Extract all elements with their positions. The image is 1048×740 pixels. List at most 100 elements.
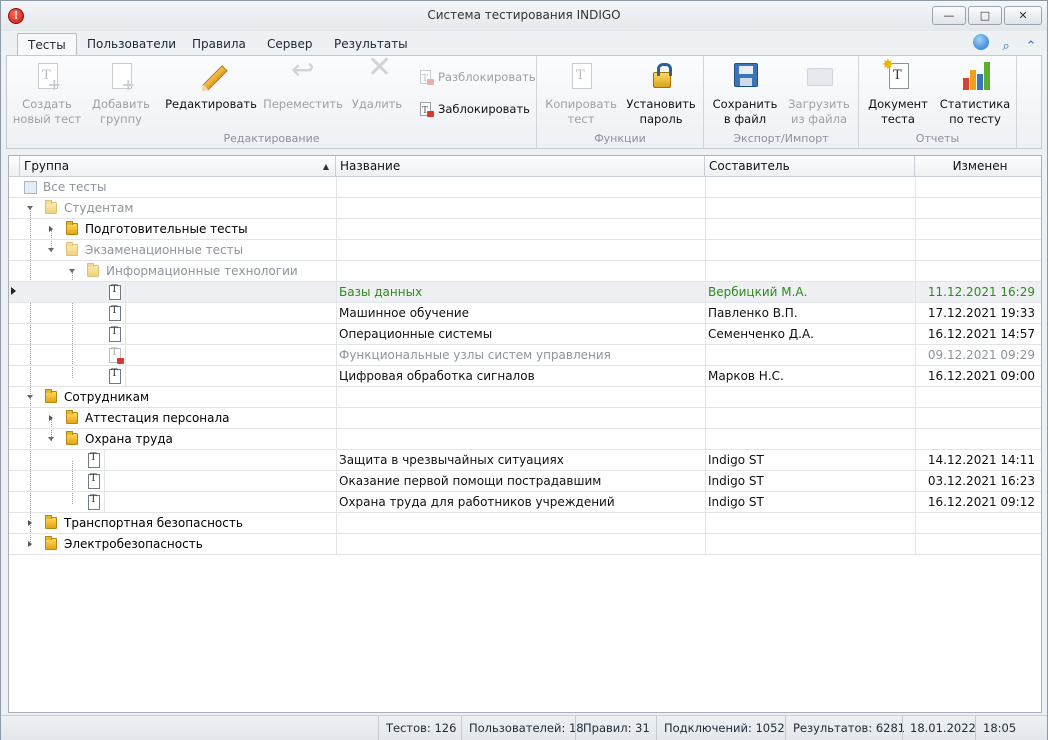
group-caption-functions: Функции <box>594 132 646 145</box>
test-file-icon: T <box>88 473 100 489</box>
bar-chart-icon <box>959 60 991 92</box>
table-row[interactable]: T Защита в чрезвычайных ситуациях Indigo… <box>9 450 1041 471</box>
lock-doc-icon: T <box>420 102 434 117</box>
load-from-file-button[interactable]: Загрузить из файла <box>782 60 856 127</box>
tree-row-students[interactable]: Студентам <box>9 198 1041 219</box>
test-document-button[interactable]: T ✸ Документ теста <box>863 58 933 127</box>
expand-toggle[interactable] <box>49 415 53 421</box>
status-bar: Тестов: 126 Пользователей: 18 Правил: 31… <box>1 715 1047 740</box>
open-folder-icon <box>803 60 835 92</box>
table-row[interactable]: T Оказание первой помощи пострадавшим In… <box>9 471 1041 492</box>
folder-icon <box>45 389 57 403</box>
expand-toggle[interactable] <box>69 269 75 273</box>
table-row[interactable]: T Охрана труда для работников учреждений… <box>9 492 1041 513</box>
pencil-icon <box>195 60 228 92</box>
test-file-icon: T <box>109 326 121 342</box>
delete-x-icon: ✕ <box>367 50 393 85</box>
move-button[interactable]: ↩ Переместить <box>261 53 345 112</box>
test-file-icon: T <box>88 452 100 468</box>
expand-toggle[interactable] <box>48 437 54 441</box>
table-row[interactable]: T Операционные системы Семенченко Д.А. 1… <box>9 324 1041 345</box>
tests-tree-grid[interactable]: Группа ▲ Название Составитель Изменен Вс… <box>8 155 1042 713</box>
row-indicator-header <box>9 156 20 177</box>
column-header-modified[interactable]: Изменен <box>915 156 1041 177</box>
table-row[interactable]: T Цифровая обработка сигналов Марков Н.С… <box>9 366 1041 387</box>
expand-toggle[interactable] <box>27 395 33 399</box>
column-header-author[interactable]: Составитель <box>705 156 915 177</box>
add-group-button[interactable]: + Добавить группу <box>87 60 155 127</box>
minimize-button[interactable]: — <box>932 6 966 25</box>
floppy-disk-icon <box>729 60 761 92</box>
ribbon-group-functions: T Копировать тест Установить пароль Функ… <box>537 56 704 148</box>
folder-icon <box>45 200 57 214</box>
save-to-file-button[interactable]: Сохранить в файл <box>708 60 782 127</box>
tab-users[interactable]: Пользователи <box>77 33 186 55</box>
folder-icon <box>45 515 57 529</box>
tree-row-transport-safety[interactable]: Транспортная безопасность <box>9 513 1041 534</box>
all-tests-icon <box>24 181 37 194</box>
copy-test-icon: T <box>565 60 597 92</box>
expand-toggle[interactable] <box>49 226 53 232</box>
ribbon-group-export-import: Сохранить в файл Загрузить из файла Эксп… <box>704 56 859 148</box>
expand-toggle[interactable] <box>27 206 33 210</box>
expand-toggle[interactable] <box>28 520 32 526</box>
delete-button[interactable]: ✕ Удалить <box>349 50 405 112</box>
zoom-icon[interactable]: ⌕ <box>998 39 1014 55</box>
tab-tests[interactable]: Тесты <box>17 33 77 55</box>
test-file-icon: T <box>109 284 121 300</box>
add-group-icon: + <box>105 60 137 93</box>
status-tests-count: Тестов: 126 <box>378 716 463 740</box>
tree-row-electrical-safety[interactable]: Электробезопасность <box>9 534 1041 555</box>
ribbon-tabs: Тесты Пользователи Правила Сервер Резуль… <box>1 31 1047 55</box>
create-test-button[interactable]: T + Создать новый тест <box>11 60 83 127</box>
globe-icon[interactable] <box>973 34 990 50</box>
tree-row-labor-safety[interactable]: Охрана труда <box>9 429 1041 450</box>
close-button[interactable]: ✕ <box>1004 6 1042 25</box>
tree-row-prep-tests[interactable]: Подготовительные тесты <box>9 219 1041 240</box>
status-rules-count: Правил: 31 <box>575 716 657 740</box>
folder-icon <box>66 221 78 235</box>
group-caption-reports: Отчеты <box>915 132 960 145</box>
tree-row-all-tests[interactable]: Все тесты <box>9 177 1041 198</box>
tab-server[interactable]: Сервер <box>257 33 322 55</box>
move-arrow-icon: ↩ <box>291 53 315 86</box>
grid-header: Группа ▲ Название Составитель Изменен <box>9 156 1041 177</box>
set-password-button[interactable]: Установить пароль <box>623 60 699 127</box>
edit-button[interactable]: Редактировать <box>165 60 257 112</box>
group-caption-export-import: Экспорт/Импорт <box>733 132 829 145</box>
folder-icon <box>66 431 78 445</box>
tree-row-it[interactable]: Информационные технологии <box>9 261 1041 282</box>
padlock-icon <box>645 60 677 92</box>
status-results-count: Результатов: 6281 <box>785 716 912 740</box>
ribbon-panel: T + Создать новый тест + Добавить группу … <box>6 50 1042 149</box>
app-window: ! Система тестирования INDIGO — □ ✕ Тест… <box>0 0 1048 740</box>
status-date: 18.01.2022 <box>902 716 983 740</box>
collapse-ribbon-icon[interactable]: ⌃ <box>1023 39 1039 55</box>
tab-rules[interactable]: Правила <box>182 33 256 55</box>
unlock-icon: T <box>420 70 434 85</box>
tree-row-staff[interactable]: Сотрудникам <box>9 387 1041 408</box>
maximize-button[interactable]: □ <box>968 6 1002 25</box>
column-header-name[interactable]: Название <box>336 156 705 177</box>
copy-test-button[interactable]: T Копировать тест <box>543 60 619 127</box>
sort-ascending-icon: ▲ <box>322 162 329 171</box>
table-row[interactable]: T Функциональные узлы систем управления … <box>9 345 1041 366</box>
folder-icon <box>66 242 78 256</box>
unlock-button[interactable]: T Разблокировать <box>420 68 536 86</box>
status-time: 18:05 <box>975 716 1023 740</box>
lock-button[interactable]: T Заблокировать <box>420 100 530 118</box>
tree-row-attestation[interactable]: Аттестация персонала <box>9 408 1041 429</box>
test-file-icon: T <box>109 305 121 321</box>
ribbon-group-editing: T + Создать новый тест + Добавить группу … <box>7 50 537 148</box>
topright-icons: ⌕ ⌃ <box>968 34 1039 55</box>
test-statistics-button[interactable]: Статистика по тесту <box>937 60 1013 127</box>
current-row-indicator <box>11 287 16 295</box>
folder-icon <box>66 410 78 424</box>
expand-toggle[interactable] <box>48 248 54 252</box>
expand-toggle[interactable] <box>28 541 32 547</box>
table-row[interactable]: T Машинное обучение Павленко В.П. 17.12.… <box>9 303 1041 324</box>
column-header-group[interactable]: Группа ▲ <box>20 156 336 177</box>
folder-icon <box>45 536 57 550</box>
tree-row-exam-tests[interactable]: Экзаменационные тесты <box>9 240 1041 261</box>
table-row[interactable]: T Базы данных Вербицкий М.А. 11.12.2021 … <box>9 282 1041 303</box>
